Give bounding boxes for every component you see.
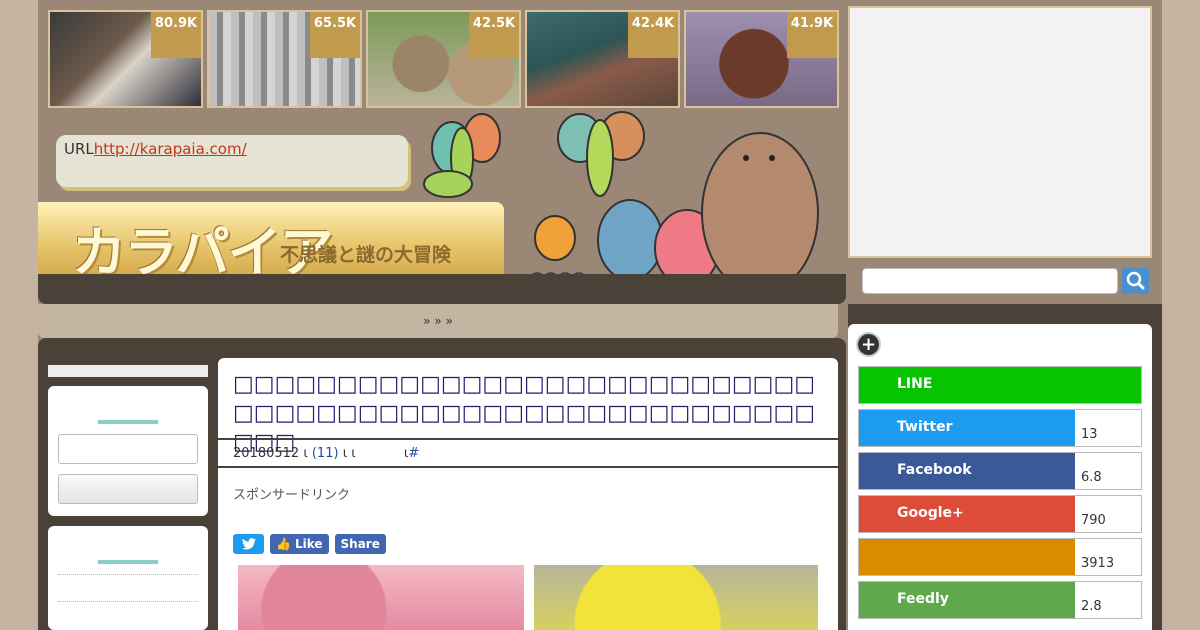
thumbnail-3[interactable]: 42.5K (366, 10, 521, 108)
view-count: 42.4K (628, 12, 678, 58)
share-row-line[interactable]: LINE (858, 366, 1142, 404)
breadcrumb: » » » (38, 304, 838, 338)
search-button[interactable] (1122, 268, 1149, 294)
facebook-share-button[interactable]: Share (334, 534, 386, 554)
section-accent-bar (98, 560, 158, 564)
article-images (238, 565, 818, 630)
thumbs-up-icon: 👍 (276, 537, 291, 551)
view-count: 41.9K (787, 12, 837, 58)
like-label: Like (294, 537, 323, 551)
share-label (859, 539, 1075, 575)
popular-thumbnails: 80.9K 65.5K 42.5K 42.4K 41.9K (48, 10, 840, 110)
share-count: 2.8 (1081, 599, 1102, 614)
share-buttons: 👍 Like Share (233, 534, 386, 554)
share-row-hatena[interactable]: 3913 (858, 538, 1142, 576)
view-count: 80.9K (151, 12, 201, 58)
sponsored-link-label: スポンサードリンク (233, 488, 351, 503)
article: □□□□□□□□□□□□□□□□□□□□□□□□□□□□□□□□□□□□□□□□… (218, 358, 838, 630)
left-sidebar-header (48, 365, 208, 377)
site-banner[interactable]: カラパイア 不思議と謎の大冒険 (38, 202, 504, 284)
search-icon (1126, 271, 1145, 290)
sidebar-search-input[interactable] (58, 434, 198, 464)
share-row-facebook[interactable]: Facebook 6.8 (858, 452, 1142, 490)
tweet-button[interactable] (233, 534, 264, 554)
hashtag-link[interactable]: # (408, 446, 419, 461)
share-label: Facebook (859, 453, 1075, 489)
share-label: Twitter (859, 410, 1075, 446)
article-image-yellow (534, 565, 818, 630)
twitter-icon (241, 538, 256, 550)
sidebar-search-button[interactable] (58, 474, 198, 504)
list-divider (58, 601, 198, 602)
separator: ι ι (342, 446, 356, 461)
share-count: 3913 (1081, 556, 1115, 571)
share-count: 790 (1081, 513, 1106, 528)
thumbnail-2[interactable]: 65.5K (207, 10, 362, 108)
share-label: LINE (859, 367, 1141, 403)
plus-icon[interactable]: + (858, 334, 879, 355)
search-input[interactable] (862, 268, 1118, 294)
share-row-googleplus[interactable]: Google+ 790 (858, 495, 1142, 533)
view-count: 65.5K (310, 12, 360, 58)
thumbnail-1[interactable]: 80.9K (48, 10, 203, 108)
separator: ι (303, 446, 308, 461)
ad-area[interactable] (848, 6, 1152, 258)
comment-count-link[interactable]: (11) (312, 446, 339, 461)
thumbnail-5[interactable]: 41.9K (684, 10, 839, 108)
share-label: Share (340, 537, 380, 551)
site-url-box: URLhttp://karapaia.com/ (56, 135, 408, 187)
url-label: URL (64, 140, 94, 158)
share-row-feedly[interactable]: Feedly 2.8 (858, 581, 1142, 619)
article-date: 20180512 (233, 446, 300, 461)
site-url-link[interactable]: http://karapaia.com/ (94, 140, 247, 158)
left-sidebar-search-box (48, 386, 208, 516)
view-count: 42.5K (469, 12, 519, 58)
banner-base (38, 274, 846, 304)
site-tagline: 不思議と謎の大冒険 (280, 244, 452, 266)
share-count: 13 (1081, 427, 1098, 442)
share-row-twitter[interactable]: Twitter 13 (858, 409, 1142, 447)
thumbnail-4[interactable]: 42.4K (525, 10, 680, 108)
section-accent-bar (98, 420, 158, 424)
article-image-pink (238, 565, 524, 630)
list-divider (58, 574, 198, 575)
left-sidebar-list-box (48, 526, 208, 630)
share-count: 6.8 (1081, 470, 1102, 485)
article-meta: 20180512 ι (11) ι ι ι# (218, 438, 838, 468)
facebook-like-button[interactable]: 👍 Like (270, 534, 329, 554)
share-label: Feedly (859, 582, 1075, 618)
share-label: Google+ (859, 496, 1075, 532)
